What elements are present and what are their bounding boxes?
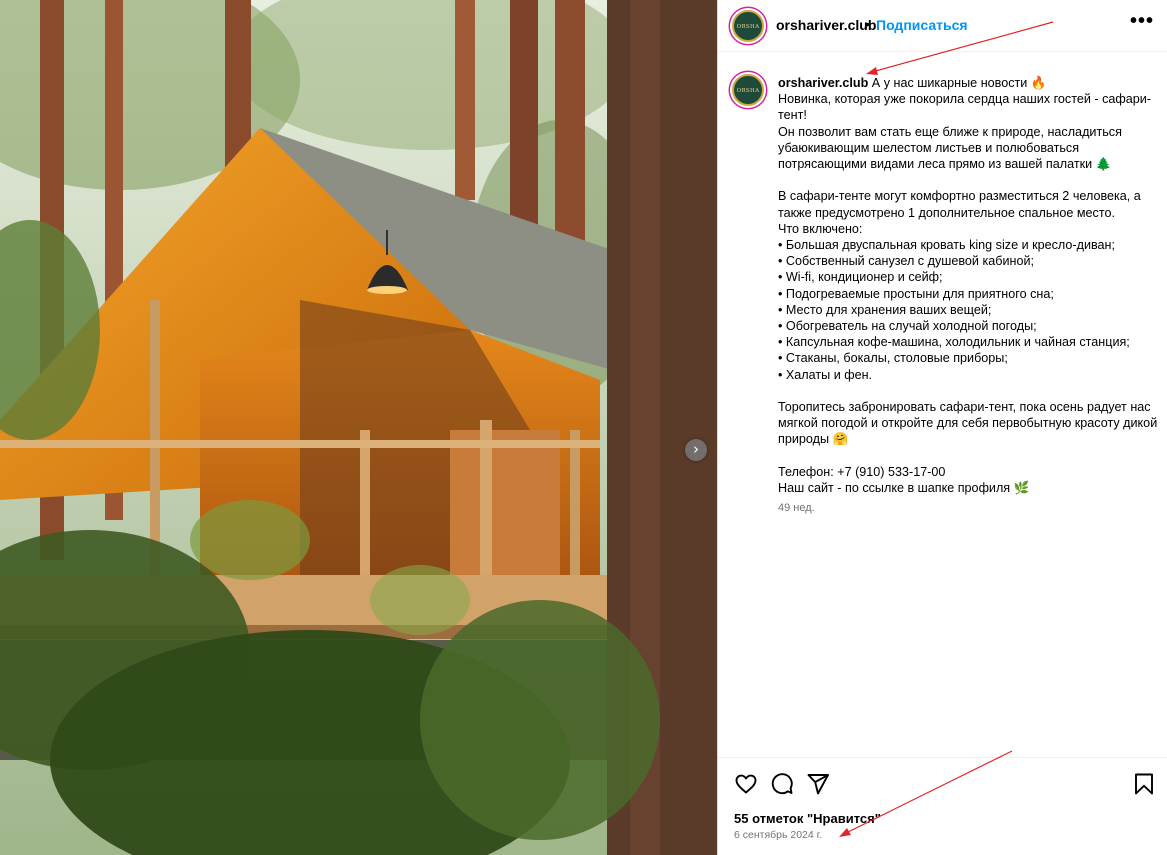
next-photo-button[interactable]: › xyxy=(685,439,707,461)
post-actions: 55 отметок "Нравится" 6 сентябрь 2024 г. xyxy=(718,757,1167,855)
post-header: ORSHA orshariver.club • Подписаться ••• xyxy=(718,0,1167,52)
more-options-icon[interactable]: ••• xyxy=(1130,10,1154,33)
profile-avatar[interactable]: ORSHA xyxy=(732,10,764,42)
safari-tent-photo xyxy=(0,0,717,855)
chevron-right-icon: › xyxy=(693,440,699,458)
post-side-panel: ORSHA orshariver.club • Подписаться ••• … xyxy=(717,0,1167,855)
header-username-link[interactable]: orshariver.club xyxy=(776,17,876,33)
post-caption: orshariver.club А у нас шикарные новости… xyxy=(778,75,1158,496)
separator-dot: • xyxy=(865,16,870,32)
comments-area: ORSHA orshariver.club А у нас шикарные н… xyxy=(718,52,1167,757)
caption-username-link[interactable]: orshariver.club xyxy=(778,76,868,90)
post-photo[interactable]: › xyxy=(0,0,717,855)
likes-count[interactable]: 55 отметок "Нравится" xyxy=(734,811,881,826)
caption-avatar[interactable]: ORSHA xyxy=(732,74,764,106)
follow-button[interactable]: Подписаться xyxy=(876,17,968,33)
bookmark-icon[interactable] xyxy=(1132,772,1156,796)
post-time-ago[interactable]: 49 нед. xyxy=(778,502,815,514)
avatar-logo-text: ORSHA xyxy=(736,24,760,30)
avatar-logo-text: ORSHA xyxy=(736,88,760,94)
caption-text: А у нас шикарные новости 🔥 Новинка, кото… xyxy=(778,76,1158,496)
share-icon[interactable] xyxy=(806,772,830,796)
post-date[interactable]: 6 сентябрь 2024 г. xyxy=(734,829,822,841)
comment-icon[interactable] xyxy=(770,772,794,796)
heart-icon[interactable] xyxy=(734,772,758,796)
